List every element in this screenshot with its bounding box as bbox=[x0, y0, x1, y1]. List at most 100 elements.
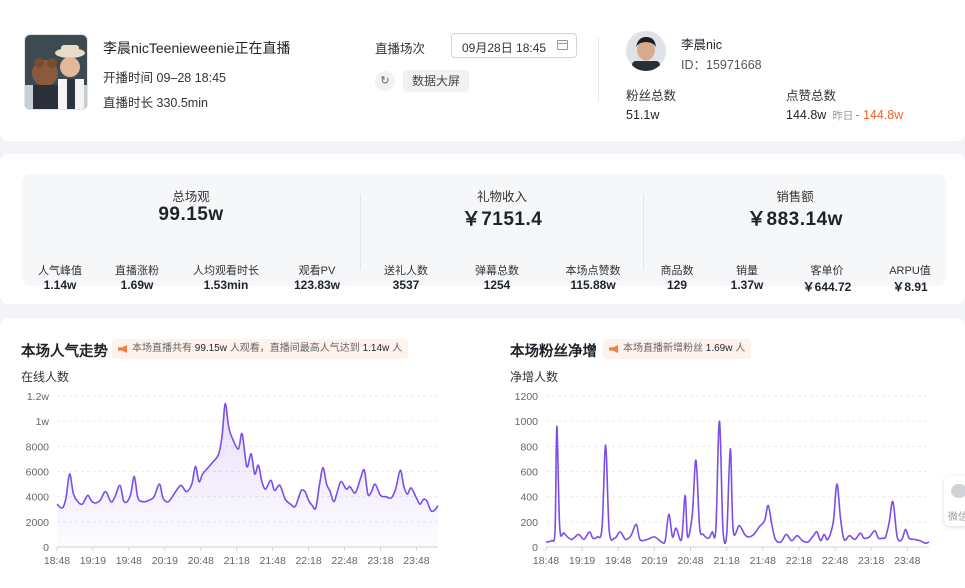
x-tick-label: 23:48 bbox=[894, 555, 920, 567]
likes-yesterday-label: 昨日 bbox=[832, 110, 854, 122]
sub-metric-label: 观看PV bbox=[298, 265, 336, 277]
start-time: 开播时间 09–28 18:45 bbox=[103, 67, 226, 86]
metrics-card: 总场观 99.15w 人气峰值 1.14w 直播涨粉 1.69w 人均观看时长 1.5… bbox=[0, 154, 965, 304]
y-tick-label: 800 bbox=[520, 441, 538, 453]
likes-total: 144.8w 昨日 - 144.8w bbox=[786, 108, 903, 123]
sub-metric-value: 1254 bbox=[483, 278, 511, 292]
live-title: 李晨nicTeenieweenie正在直播 bbox=[103, 40, 291, 56]
wechat-icon bbox=[951, 484, 965, 498]
note-text: 本场直播新增粉丝 bbox=[623, 343, 703, 354]
fans-note: 本场直播新增粉丝 1.69w 人 bbox=[603, 339, 752, 359]
fans-chart-title: 本场粉丝净增 bbox=[510, 344, 597, 360]
x-tick-label: 22:18 bbox=[295, 555, 321, 567]
x-tick-label: 23:18 bbox=[367, 555, 393, 567]
megaphone-icon bbox=[118, 345, 127, 353]
wechat-float-button[interactable]: 微信 bbox=[944, 476, 965, 526]
likes-total-label: 点赞总数 bbox=[786, 89, 837, 103]
x-tick-label: 21:18 bbox=[224, 555, 250, 567]
sub-metric-value: 129 bbox=[666, 278, 688, 292]
fans-y-axis-label: 净增人数 bbox=[510, 370, 559, 384]
megaphone-icon bbox=[609, 345, 618, 353]
y-tick-label: 400 bbox=[520, 492, 538, 504]
x-tick-label: 22:48 bbox=[822, 555, 848, 567]
sub-metric-label: 本场点赞数 bbox=[565, 265, 621, 277]
note-value: 99.15w bbox=[194, 343, 228, 354]
sub-metric-label: 人气峰值 bbox=[38, 265, 82, 277]
sub-metric-value: 3537 bbox=[392, 278, 420, 292]
live-cover-image[interactable] bbox=[24, 34, 88, 110]
sub-metric-label: 人均观看时长 bbox=[193, 265, 259, 277]
fans-chart[interactable]: 0 200 400 600 800 1000 1200 18:48 19:19 19:48 20:1… bbox=[490, 388, 945, 588]
x-tick-label: 19:48 bbox=[605, 555, 631, 567]
sub-metric-value: ￥644.72 bbox=[802, 280, 852, 294]
live-duration: 直播时长 330.5min bbox=[103, 92, 208, 111]
sub-metric-label: ARPU值 bbox=[889, 265, 931, 277]
x-tick-label: 21:48 bbox=[260, 555, 286, 567]
sub-metric-value: ￥8.91 bbox=[892, 280, 928, 294]
x-tick-label: 18:48 bbox=[533, 555, 559, 567]
y-tick-label: 1.2w bbox=[27, 391, 50, 403]
x-tick-label: 18:48 bbox=[44, 555, 70, 567]
y-tick-label: 200 bbox=[520, 517, 538, 529]
x-tick-label: 20:19 bbox=[152, 555, 178, 567]
y-tick-label: 0 bbox=[532, 542, 538, 554]
popularity-chart-title: 本场人气走势 bbox=[21, 344, 108, 360]
metrics-panel: 总场观 99.15w 人气峰值 1.14w 直播涨粉 1.69w 人均观看时长 1.5… bbox=[22, 174, 946, 294]
sub-metric-value: 123.83w bbox=[293, 278, 341, 292]
metric-title: 总场观 bbox=[172, 190, 210, 204]
anchor-name: 李晨nic bbox=[681, 38, 722, 52]
sub-metric-label: 商品数 bbox=[660, 265, 694, 277]
sub-metric-label: 弹幕总数 bbox=[475, 265, 519, 277]
note-text: 本场直播共有 bbox=[132, 343, 192, 354]
series-area bbox=[57, 403, 438, 547]
y-tick-label: 600 bbox=[520, 467, 538, 479]
popularity-y-axis-label: 在线人数 bbox=[21, 370, 70, 384]
anchor-id: ID：15971668 bbox=[681, 58, 762, 72]
x-tick-label: 20:19 bbox=[641, 555, 667, 567]
fans-total-label: 粉丝总数 bbox=[626, 89, 677, 103]
sub-metric-label: 客单价 bbox=[810, 265, 844, 277]
charts-card: 本场人气走势 本场直播共有 99.15w 人观看，直播间最高人气达到 1.14w… bbox=[0, 318, 965, 588]
y-tick-label: 0 bbox=[43, 542, 49, 554]
live-duration-value: 330.5min bbox=[156, 96, 208, 110]
y-tick-label: 1w bbox=[36, 416, 50, 428]
popularity-note: 本场直播共有 99.15w 人观看，直播间最高人气达到 1.14w 人 bbox=[112, 339, 409, 359]
note-value: 1.69w bbox=[705, 343, 733, 354]
series-line[interactable] bbox=[545, 420, 930, 545]
data-bigscreen-button[interactable]: 数据大屏 bbox=[403, 70, 470, 92]
refresh-icon[interactable]: ↻ bbox=[375, 71, 395, 91]
sub-metric-label: 送礼人数 bbox=[384, 265, 428, 277]
sub-metric-value: 115.88w bbox=[570, 278, 616, 292]
metric-value: 99.15w bbox=[158, 204, 224, 225]
sub-metric-label: 销量 bbox=[736, 265, 758, 277]
y-tick-label: 8000 bbox=[26, 441, 50, 453]
x-tick-label: 23:48 bbox=[403, 555, 429, 567]
note-text: 人 bbox=[392, 343, 403, 354]
session-label: 直播场次 bbox=[375, 42, 426, 56]
x-tick-label: 19:48 bbox=[116, 555, 142, 567]
likes-total-value: 144.8w bbox=[786, 108, 827, 122]
start-time-label: 开播时间 bbox=[103, 71, 154, 85]
y-tick-label: 2000 bbox=[26, 517, 50, 529]
x-tick-label: 22:18 bbox=[786, 555, 812, 567]
metric-value: ￥883.14w bbox=[747, 209, 843, 230]
sub-metric-value: 1.69w bbox=[120, 278, 154, 292]
x-tick-label: 23:18 bbox=[858, 555, 884, 567]
metric-group-gifts: 礼物收入 ￥7151.4 送礼人数 3537 弹幕总数 1254 本场点赞数 115.… bbox=[361, 174, 643, 292]
session-date-picker[interactable]: 09月28日 18:45 bbox=[451, 33, 577, 58]
live-info-card: 李晨nicTeenieweenie正在直播 开播时间 09–28 18:45 直… bbox=[0, 0, 965, 141]
metric-group-views: 总场观 99.15w 人气峰值 1.14w 直播涨粉 1.69w 人均观看时长 1.5… bbox=[22, 174, 360, 292]
y-tick-label: 6000 bbox=[26, 467, 50, 479]
y-tick-label: 1000 bbox=[515, 416, 539, 428]
note-text: 人观看，直播间最高人气达到 bbox=[229, 343, 360, 354]
anchor-avatar[interactable] bbox=[626, 31, 666, 71]
popularity-chart[interactable]: 0 2000 4000 6000 8000 1w 1.2w 18:48 19:19 19:48 20… bbox=[0, 388, 450, 588]
calendar-icon bbox=[557, 40, 568, 50]
likes-yesterday-value: - 144.8w bbox=[855, 108, 904, 122]
sub-metric-value: 1.14w bbox=[43, 278, 77, 292]
fans-total-value: 51.1w bbox=[626, 108, 660, 122]
x-tick-label: 19:19 bbox=[80, 555, 106, 567]
wechat-label: 微信 bbox=[948, 512, 965, 523]
sub-metric-label: 直播涨粉 bbox=[115, 265, 159, 277]
metric-value: ￥7151.4 bbox=[461, 209, 543, 230]
